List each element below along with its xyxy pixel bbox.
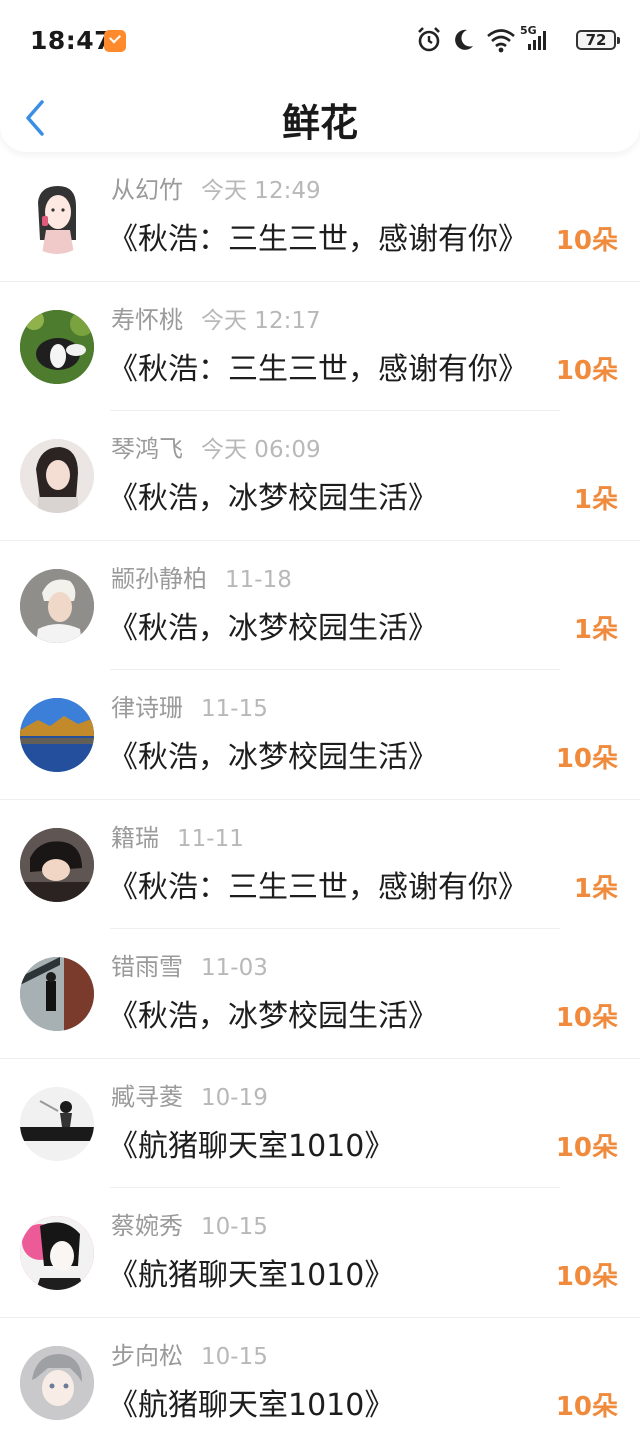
avatar (20, 310, 94, 384)
flower-list: 从幻竹今天 12:49 《秋浩：三生三世，感谢有你》 10朵 寿怀桃今天 12:… (0, 152, 640, 1447)
wifi-icon (486, 26, 516, 54)
flower-count: 10朵 (556, 1256, 618, 1293)
avatar (20, 957, 94, 1031)
list-item[interactable]: 臧寻菱10-19 《航猪聊天室1010》 10朵 (0, 1059, 640, 1189)
sent-date: 今天 06:09 (201, 437, 321, 463)
book-title: 《秋浩，冰梦校园生活》 (108, 991, 438, 1035)
book-title: 《秋浩，冰梦校园生活》 (108, 603, 438, 647)
avatar (20, 1087, 94, 1161)
book-title: 《秋浩：三生三世，感谢有你》 (108, 214, 528, 258)
avatar (20, 698, 94, 772)
avatar (20, 1216, 94, 1290)
avatar (20, 1346, 94, 1420)
flower-count: 10朵 (556, 738, 618, 775)
battery-indicator: 72 (576, 30, 616, 50)
top-bar: 18:47 5G 72 (0, 0, 640, 152)
list-item[interactable]: 颛孙静柏11-18 《秋浩，冰梦校园生活》 1朵 (0, 541, 640, 671)
list-item[interactable]: 从幻竹今天 12:49 《秋浩：三生三世，感谢有你》 10朵 (0, 152, 640, 282)
sender-name: 颛孙静柏11-18 (111, 559, 292, 594)
status-time: 18:47 (30, 26, 112, 55)
alarm-icon (416, 26, 442, 54)
app-notification-icon (104, 30, 126, 52)
book-title: 《秋浩，冰梦校园生活》 (108, 473, 438, 517)
sender-name: 籍瑞11-11 (111, 818, 244, 853)
flower-count: 10朵 (556, 220, 618, 257)
book-title: 《秋浩：三生三世，感谢有你》 (108, 344, 528, 388)
avatar (20, 439, 94, 513)
avatar (20, 180, 94, 254)
sender-name: 律诗珊11-15 (111, 688, 268, 723)
list-item[interactable]: 籍瑞11-11 《秋浩：三生三世，感谢有你》 1朵 (0, 800, 640, 930)
flower-count: 10朵 (556, 997, 618, 1034)
sent-date: 11-03 (201, 955, 268, 981)
flower-count: 1朵 (574, 479, 618, 516)
moon-icon (452, 26, 476, 54)
sent-date: 11-11 (177, 826, 244, 852)
sent-date: 今天 12:17 (201, 308, 321, 334)
sent-date: 10-15 (201, 1344, 268, 1370)
book-title: 《航猪聊天室1010》 (108, 1250, 394, 1294)
flower-count: 1朵 (574, 868, 618, 905)
book-title: 《秋浩：三生三世，感谢有你》 (108, 862, 528, 906)
sent-date: 10-15 (201, 1214, 268, 1240)
sender-name: 琴鸿飞今天 06:09 (111, 429, 321, 464)
list-item[interactable]: 步向松10-15 《航猪聊天室1010》 10朵 (0, 1318, 640, 1447)
sent-date: 11-18 (225, 567, 292, 593)
sender-name: 蔡婉秀10-15 (111, 1206, 268, 1241)
list-item[interactable]: 琴鸿飞今天 06:09 《秋浩，冰梦校园生活》 1朵 (0, 411, 640, 541)
sender-name: 从幻竹今天 12:49 (111, 170, 321, 205)
flower-count: 1朵 (574, 609, 618, 646)
sent-date: 11-15 (201, 696, 268, 722)
status-bar: 18:47 5G 72 (0, 20, 640, 62)
sender-name: 错雨雪11-03 (111, 947, 268, 982)
list-item[interactable]: 错雨雪11-03 《秋浩，冰梦校园生活》 10朵 (0, 929, 640, 1059)
flower-count: 10朵 (556, 1386, 618, 1423)
flower-count: 10朵 (556, 1127, 618, 1164)
sent-date: 今天 12:49 (201, 178, 321, 204)
avatar (20, 569, 94, 643)
sender-name: 步向松10-15 (111, 1336, 268, 1371)
sent-date: 10-19 (201, 1085, 268, 1111)
avatar (20, 828, 94, 902)
signal-icon (522, 26, 552, 54)
list-item[interactable]: 律诗珊11-15 《秋浩，冰梦校园生活》 10朵 (0, 670, 640, 800)
sender-name: 寿怀桃今天 12:17 (111, 300, 321, 335)
sender-name: 臧寻菱10-19 (111, 1077, 268, 1112)
page-title: 鲜花 (0, 92, 640, 147)
list-item[interactable]: 蔡婉秀10-15 《航猪聊天室1010》 10朵 (0, 1188, 640, 1318)
book-title: 《航猪聊天室1010》 (108, 1121, 394, 1165)
book-title: 《秋浩，冰梦校园生活》 (108, 732, 438, 776)
list-item[interactable]: 寿怀桃今天 12:17 《秋浩：三生三世，感谢有你》 10朵 (0, 282, 640, 412)
book-title: 《航猪聊天室1010》 (108, 1380, 394, 1424)
flower-count: 10朵 (556, 350, 618, 387)
